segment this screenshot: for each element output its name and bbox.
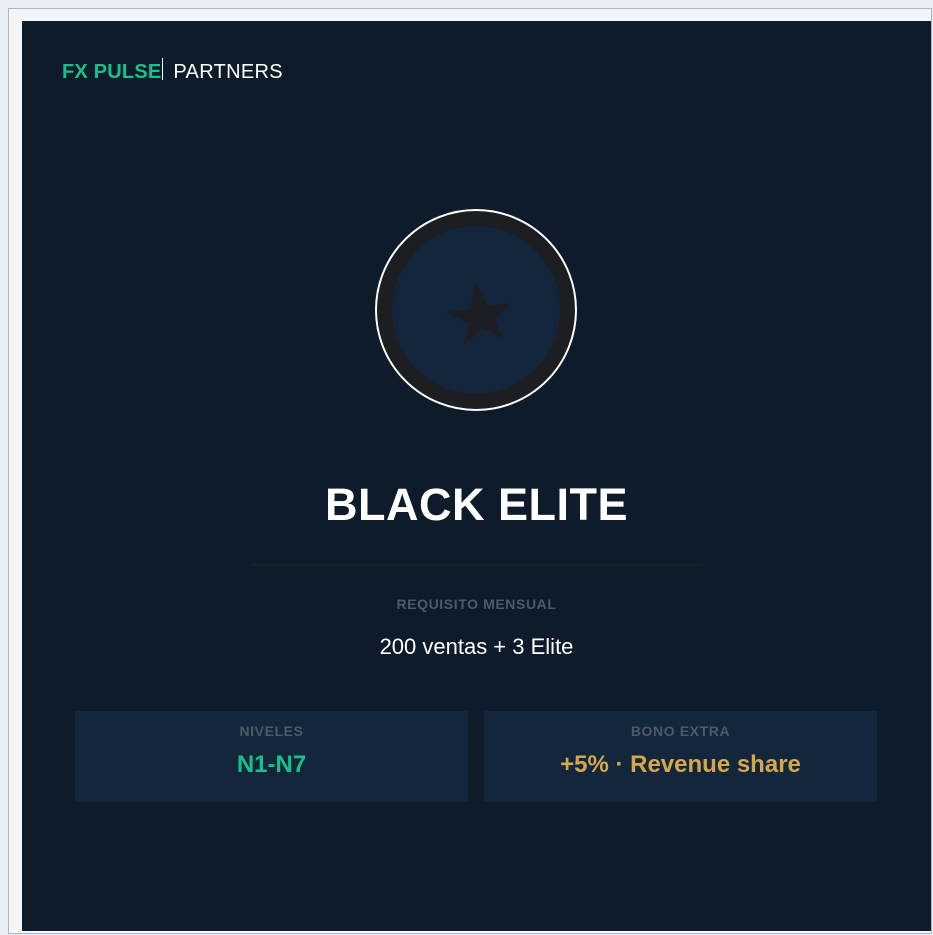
bonus-panel: BONO EXTRA +5% · Revenue share: [484, 711, 877, 802]
tier-title: BLACK ELITE: [325, 479, 628, 530]
requirement-value: 200 ventas + 3 Elite: [379, 634, 574, 659]
levels-value: N1-N7: [236, 751, 307, 778]
brand-logo: FX PULSE PARTNERS: [62, 58, 283, 85]
tier-card: FX PULSE PARTNERS BLACK ELITE REQUISITO …: [22, 21, 931, 931]
brand-separator: [162, 58, 164, 80]
bonus-label: BONO EXTRA: [630, 723, 731, 739]
levels-panel: NIVELES N1-N7: [75, 711, 468, 802]
divider: [252, 564, 703, 566]
brand-name: FX PULSE: [62, 61, 162, 83]
tier-medal: [375, 209, 577, 411]
star-icon: [446, 282, 512, 344]
requirement-label: REQUISITO MENSUAL: [396, 596, 557, 612]
levels-label: NIVELES: [239, 723, 304, 739]
bonus-value: +5% · Revenue share: [560, 751, 801, 778]
brand-subtitle: PARTNERS: [173, 61, 283, 83]
medal-inner-circle: [392, 226, 560, 394]
